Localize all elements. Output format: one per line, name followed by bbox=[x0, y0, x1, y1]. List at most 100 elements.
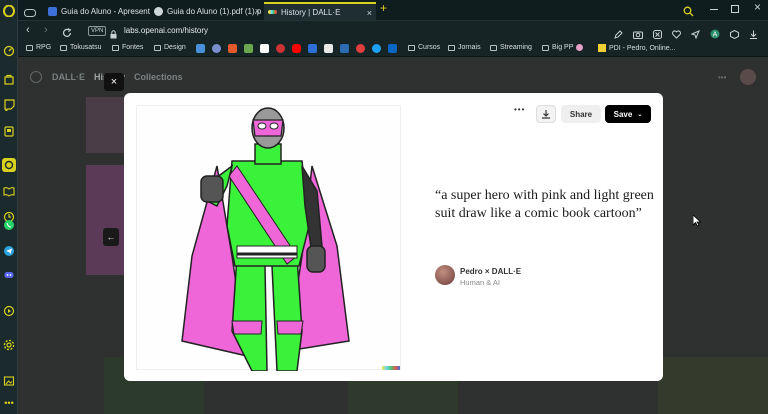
prompt-text: “a super hero with pink and light green … bbox=[435, 188, 654, 221]
bookmark-site-icon[interactable] bbox=[244, 44, 253, 53]
whatsapp-icon[interactable] bbox=[2, 218, 16, 232]
tab-guia-aluno[interactable]: Guia do Aluno - Apresenta × bbox=[44, 2, 166, 20]
pinterest-icon[interactable] bbox=[356, 44, 365, 53]
bookmark-label: Design bbox=[164, 44, 186, 51]
bookmark-folder-jornais[interactable]: Jornais bbox=[448, 44, 481, 51]
bookmark-pdi[interactable]: PDI - Pedro, Online... bbox=[598, 44, 676, 52]
mouse-cursor-icon bbox=[692, 214, 702, 232]
folder-icon bbox=[26, 44, 33, 51]
emoji-icon bbox=[576, 44, 584, 51]
player-icon[interactable] bbox=[2, 304, 16, 318]
active-panel-icon[interactable] bbox=[2, 158, 16, 172]
new-tab-button[interactable]: + bbox=[380, 1, 387, 15]
tab-close-icon[interactable]: × bbox=[367, 8, 372, 18]
more-sidebar-icon[interactable]: ••• bbox=[2, 396, 16, 410]
bookmark-site-icon[interactable] bbox=[260, 44, 269, 53]
previous-image-button[interactable]: ← bbox=[103, 228, 119, 246]
bookmark-folder-big-pp[interactable]: Big PP bbox=[542, 44, 584, 51]
folder-icon bbox=[408, 44, 415, 51]
minimize-icon[interactable] bbox=[710, 9, 718, 10]
opera-logo-icon[interactable] bbox=[2, 4, 16, 18]
gamepad-icon[interactable] bbox=[24, 5, 36, 17]
author-name[interactable]: Pedro × DALL·E bbox=[460, 267, 521, 276]
bookmark-site-icon[interactable] bbox=[228, 44, 237, 53]
folder-icon bbox=[542, 44, 549, 51]
openai-logo-icon[interactable] bbox=[30, 71, 42, 83]
save-label: Save bbox=[613, 109, 633, 119]
bookmark-folder-tokusatsu[interactable]: Tokusatsu bbox=[60, 44, 102, 51]
bookmark-site-icon[interactable] bbox=[196, 44, 205, 53]
bookmark-site-icon[interactable] bbox=[276, 44, 285, 53]
bookmark-folder-fontes[interactable]: Fontes bbox=[112, 44, 143, 51]
svg-text:A: A bbox=[713, 32, 718, 39]
author-avatar[interactable] bbox=[435, 265, 455, 285]
tab-close-icon[interactable]: × bbox=[255, 6, 260, 16]
folder-icon bbox=[490, 44, 497, 51]
globe-icon bbox=[154, 6, 163, 16]
bookmark-label: Jornais bbox=[458, 44, 481, 51]
history-thumbnail[interactable] bbox=[86, 165, 124, 275]
download-icon bbox=[542, 110, 550, 119]
twitch-icon[interactable] bbox=[2, 98, 16, 112]
bookmark-label: Big PP bbox=[552, 44, 574, 51]
tab-label: History | DALL·E bbox=[281, 7, 341, 17]
folder-icon bbox=[154, 44, 161, 51]
bookmark-site-icon[interactable] bbox=[324, 44, 333, 53]
tab-dalle-history[interactable]: History | DALL·E × bbox=[264, 2, 376, 20]
tab-label: Guia do Aluno (1).pdf (1).p bbox=[167, 6, 262, 16]
folder-icon bbox=[112, 44, 119, 51]
bookmark-label: Tokusatsu bbox=[70, 44, 102, 51]
reader-icon[interactable] bbox=[2, 184, 16, 198]
share-button[interactable]: Share bbox=[561, 105, 601, 123]
speed-dial-icon[interactable] bbox=[2, 44, 16, 58]
tab-guia-pdf[interactable]: Guia do Aluno (1).pdf (1).p × bbox=[150, 2, 264, 20]
page-more-icon[interactable]: ••• bbox=[718, 73, 726, 82]
bookmark-folder-streaming[interactable]: Streaming bbox=[490, 44, 532, 51]
save-button[interactable]: Save ⌄ bbox=[605, 105, 651, 123]
author-credit: Human & AI bbox=[460, 278, 501, 287]
bookmark-site-icon bbox=[598, 44, 606, 52]
settings-icon[interactable] bbox=[2, 338, 16, 352]
window-close-icon[interactable]: × bbox=[754, 0, 761, 14]
bookmark-site-icon[interactable] bbox=[308, 44, 317, 53]
bookmark-label: PDI - Pedro, Online... bbox=[609, 44, 676, 52]
trello-icon[interactable] bbox=[340, 44, 349, 53]
bookmark-folder-rpg[interactable]: RPG bbox=[26, 44, 51, 51]
bookmark-folder-cursos[interactable]: Cursos bbox=[408, 44, 440, 51]
twitter-icon[interactable] bbox=[372, 44, 381, 53]
bookmark-site-icon[interactable] bbox=[212, 44, 221, 53]
bookmark-label: RPG bbox=[36, 44, 52, 51]
history-thumbnail[interactable] bbox=[658, 357, 768, 414]
folder-icon bbox=[60, 44, 67, 51]
history-thumbnail[interactable] bbox=[86, 97, 124, 153]
browser-sidebar: ••• bbox=[0, 0, 18, 414]
url-text[interactable]: labs.openai.com/history bbox=[124, 26, 208, 35]
bookmarks-bar: RPG Tokusatsu Fontes Design Cursos Jorna… bbox=[18, 40, 768, 57]
tab-label: Guia do Aluno - Apresenta bbox=[61, 6, 155, 16]
download-button[interactable] bbox=[536, 105, 556, 123]
wallet-icon[interactable] bbox=[2, 124, 16, 138]
generated-image[interactable] bbox=[136, 105, 401, 372]
forward-icon[interactable]: › bbox=[44, 24, 48, 36]
bookmark-folder-design[interactable]: Design bbox=[154, 44, 186, 51]
discord-icon[interactable] bbox=[2, 268, 16, 282]
image-detail-modal: ••• Share Save ⌄ “a super hero with pink… bbox=[124, 93, 663, 381]
telegram-icon[interactable] bbox=[2, 244, 16, 258]
chevron-down-icon: ⌄ bbox=[637, 111, 643, 118]
user-avatar[interactable] bbox=[740, 69, 756, 85]
shopping-icon[interactable] bbox=[2, 72, 16, 86]
superhero-illustration bbox=[181, 107, 400, 372]
snapshot-icon[interactable] bbox=[2, 374, 16, 388]
youtube-icon[interactable] bbox=[292, 44, 301, 53]
back-icon[interactable]: ‹ bbox=[26, 24, 30, 36]
vpn-badge[interactable]: VPN bbox=[88, 26, 107, 36]
bookmark-label: Cursos bbox=[418, 44, 441, 51]
restore-icon[interactable] bbox=[731, 5, 739, 13]
nav-dalle[interactable]: DALL·E bbox=[52, 72, 85, 82]
modal-close-button[interactable]: × bbox=[104, 73, 124, 91]
address-bar: ‹ › VPN labs.openai.com/history A bbox=[18, 20, 768, 40]
nav-collections[interactable]: Collections bbox=[134, 72, 183, 82]
more-options-icon[interactable]: ••• bbox=[514, 105, 525, 114]
linkedin-icon[interactable] bbox=[388, 44, 397, 53]
folder-icon bbox=[448, 44, 455, 51]
